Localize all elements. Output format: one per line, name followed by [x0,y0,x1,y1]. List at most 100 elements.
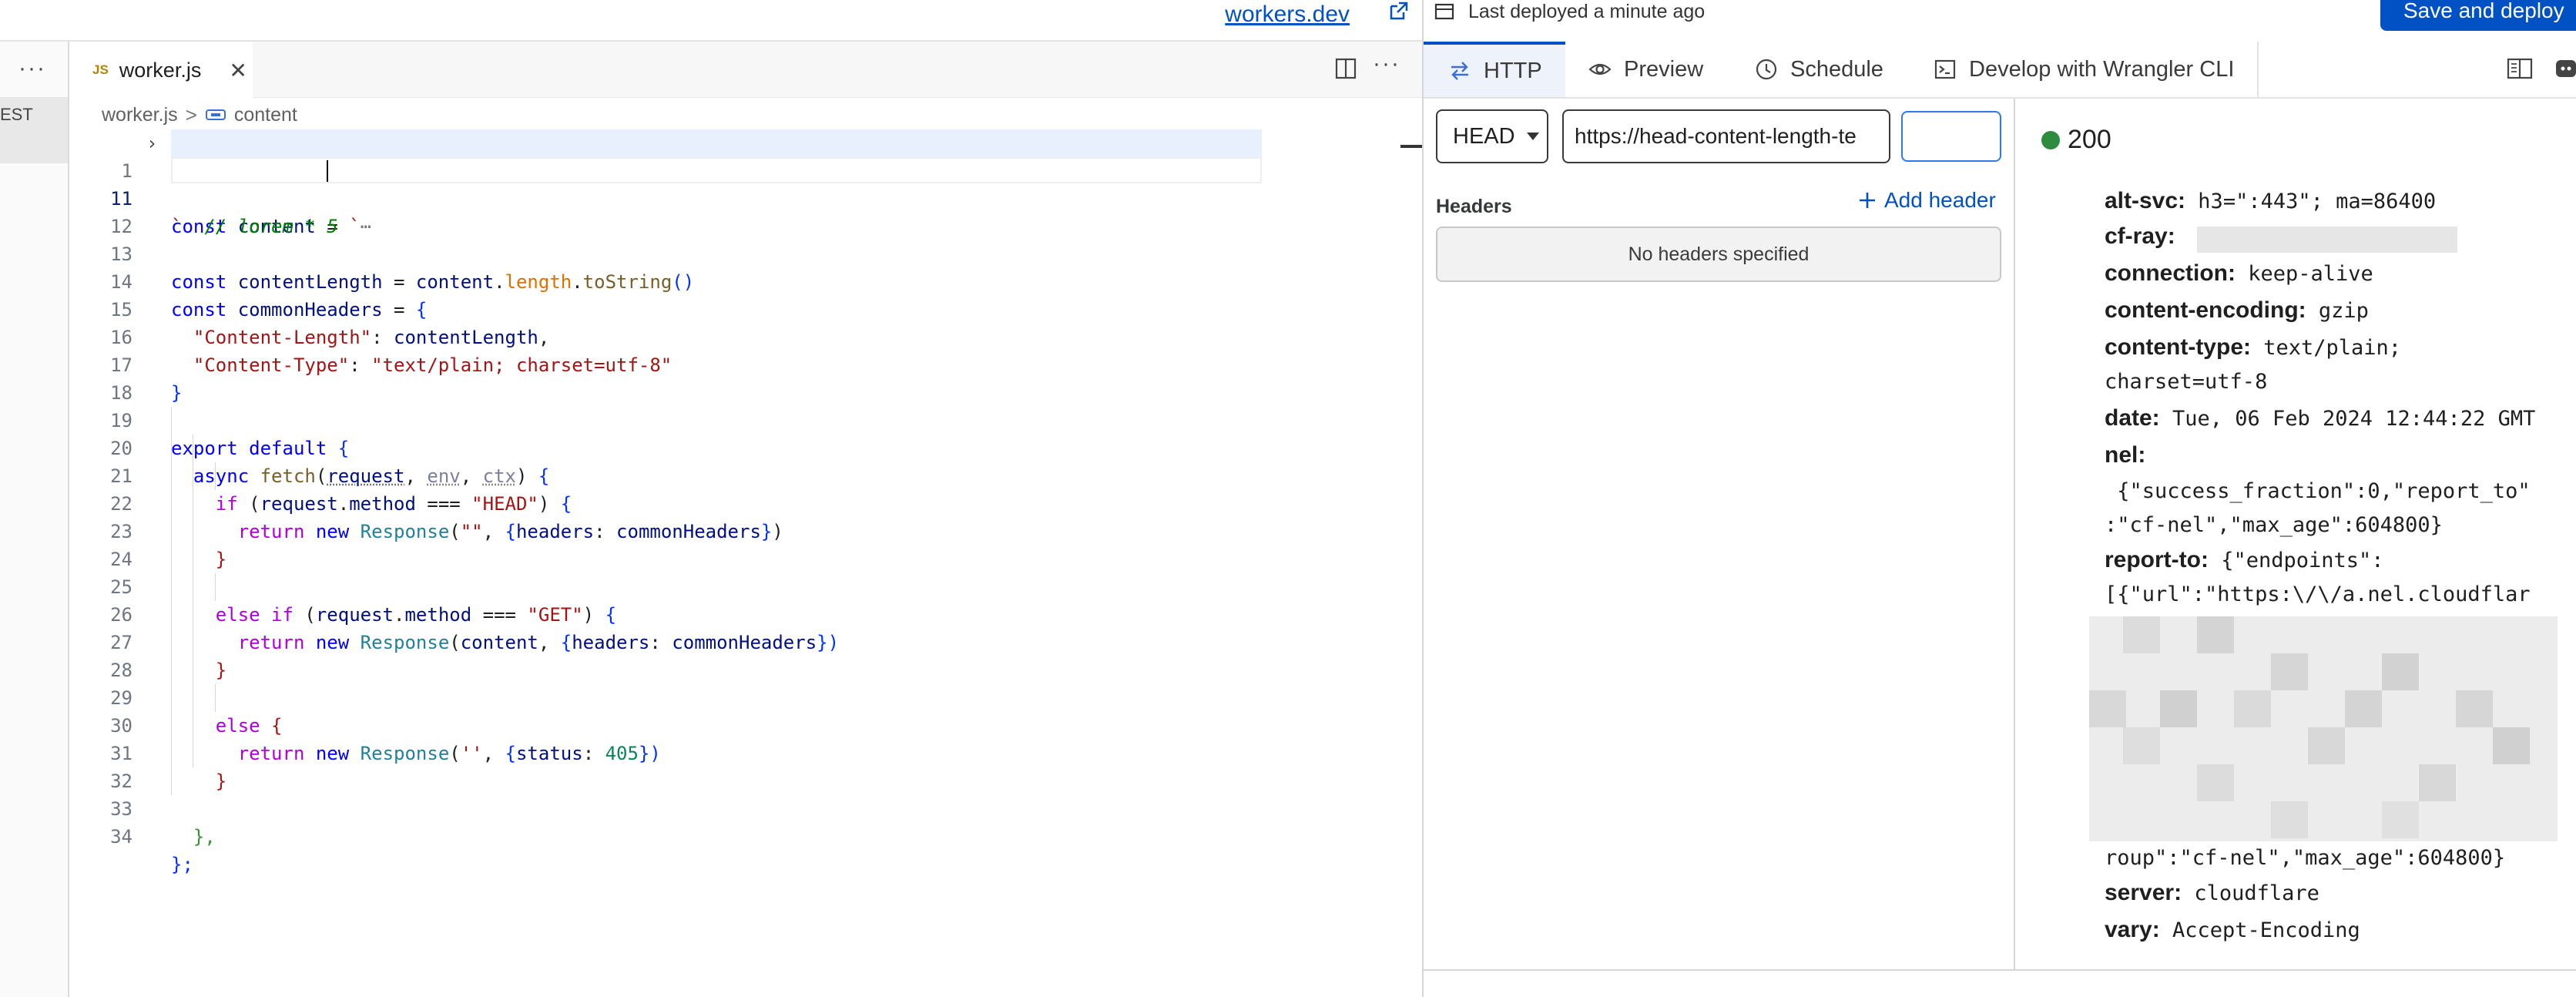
request-headers-heading: Headers [1436,196,1512,217]
code-token: }, [193,826,216,848]
caret-down-icon [1526,133,1539,140]
response-header-row: {"success_fraction":0,"report_to" [2105,473,2531,509]
header-value: roup":"cf-nel","max_age":604800} [2105,846,2506,870]
code-line: 31 } [69,712,1422,792]
breadcrumb: worker.js > content [102,102,297,128]
code-line: 28 [69,629,1422,681]
arrows-exchange-icon [1451,62,1468,80]
code-line: 1 › const content = `⋯ [69,129,1422,237]
code-line: 30 return new Response('', {status: 405}… [69,684,1422,764]
variable-symbol-icon [205,109,226,120]
response-header-row: vary: Accept-Encoding [2105,912,2360,948]
response-header-row: server: cloudflare [2105,875,2319,911]
external-link-icon[interactable] [1387,0,1410,23]
tab-schedule-label: Schedule [1790,56,1883,82]
panel-divider[interactable] [1422,0,1424,997]
code-token: }; [171,854,193,875]
terminal-icon [1934,59,1956,79]
response-header-row: cf-ray: [2105,219,2175,255]
empty-headers-text: No headers specified [1628,243,1810,265]
response-header-row: date: Tue, 06 Feb 2024 12:44:22 GMT [2105,401,2535,437]
tab-bar-separator [2257,42,2259,97]
code-line: 14 const commonHeaders = { [69,240,1422,321]
code-line: 27 } [69,601,1422,681]
request-url-input[interactable] [1562,109,1890,163]
indent-guide [215,462,216,490]
tab-develop-with-wrangler[interactable]: Develop with Wrangler CLI [1934,42,2234,97]
sidebar-selected-item-label: EST [0,105,33,124]
status-indicator-dot [2041,131,2060,149]
response-status-code: 200 [2068,125,2111,154]
tab-preview-label: Preview [1624,56,1704,82]
header-value: Tue, 06 Feb 2024 12:44:22 GMT [2159,407,2536,431]
code-line: 34 }; [69,795,1422,875]
code-line: 33 }, [69,767,1422,848]
redacted-cf-ray-value [2197,227,2457,253]
code-line: 24 [69,518,1422,570]
tab-schedule[interactable]: Schedule [1755,42,1883,97]
header-value: cloudflare [2182,881,2319,905]
split-editor-icon[interactable] [1334,57,1357,80]
response-header-row: report-to: {"endpoints": [2105,542,2384,579]
indent-guide [215,573,216,601]
header-name: alt-svc: [2105,188,2186,213]
header-name: nel: [2105,442,2146,468]
add-header-button[interactable]: Add header [1858,188,1996,213]
line-number: 34 [110,826,132,848]
response-header-row: roup":"cf-nel","max_age":604800} [2105,840,2505,876]
header-name: content-encoding: [2105,297,2306,323]
minimap-marker [1400,145,1422,148]
response-header-row: nel: [2105,438,2145,474]
response-header-row: :"cf-nel","max_age":604800} [2105,507,2443,543]
header-name: vary: [2105,917,2160,942]
editor-more-actions-button[interactable]: ··· [1373,51,1400,77]
code-line: 20 async fetch(request, env, ctx) { [69,407,1422,487]
code-line: 17 } [69,324,1422,404]
tab-worker-js[interactable]: JS worker.js ✕ [69,42,253,99]
request-response-divider[interactable] [2014,99,2015,969]
panel-layout-icon[interactable] [2507,57,2533,80]
header-name: connection: [2105,260,2236,286]
code-line: 26 return new Response(content, {headers… [69,573,1422,653]
save-and-deploy-button[interactable]: Save and deploy [2380,0,2576,31]
code-line: 25 else if (request.method === "GET") { [69,545,1422,626]
code-line: 32 [69,740,1422,792]
code-line: 15 "Content-Length": contentLength, [69,268,1422,348]
header-name: server: [2105,880,2182,905]
panel-bottom-border [1424,969,2576,971]
code-line: 13 const contentLength = content.length.… [69,213,1422,293]
tab-preview[interactable]: Preview [1588,42,1703,97]
tab-filename: worker.js [119,58,202,82]
tab-http[interactable]: HTTP [1424,42,1565,97]
header-value: {"success_fraction":0,"report_to" [2105,479,2531,503]
header-value: [{"url":"https:\/\/a.nel.cloudflar [2105,582,2531,606]
pixelated-redaction [2089,616,2558,841]
clock-icon [1756,59,1777,80]
fold-chevron-icon[interactable]: › [146,129,157,157]
header-name: content-type: [2105,334,2251,360]
close-icon[interactable]: ✕ [229,58,247,83]
response-header-row: [{"url":"https:\/\/a.nel.cloudflar [2105,576,2531,613]
header-name: date: [2105,405,2160,431]
breadcrumb-symbol[interactable]: content [234,104,297,126]
code-line: 16 "Content-Type": "text/plain; charset=… [69,296,1422,376]
sidebar-more-button[interactable]: ··· [18,55,46,82]
add-header-label: Add header [1884,188,1996,212]
header-name: cf-ray: [2105,223,2175,249]
breadcrumb-file[interactable]: worker.js [102,104,178,126]
code-line: 22 return new Response("", {headers: com… [69,462,1422,542]
header-value: gzip [2306,299,2369,323]
eye-icon [1588,63,1612,76]
http-method-select[interactable]: HEAD [1436,109,1548,163]
workers-dev-link[interactable]: workers.dev [1225,2,1350,28]
editor-tab-bar [69,42,1422,98]
response-header-row: content-encoding: gzip [2105,293,2369,329]
discord-icon[interactable] [2554,57,2576,80]
code-line: 29 else { [69,656,1422,737]
empty-headers-box: No headers specified [1436,227,2001,282]
text-cursor [327,160,328,182]
send-request-button[interactable] [1901,111,2001,162]
response-header-row: charset=utf-8 [2105,364,2267,400]
indent-guide [215,684,216,712]
explorer-sidebar [0,42,69,997]
